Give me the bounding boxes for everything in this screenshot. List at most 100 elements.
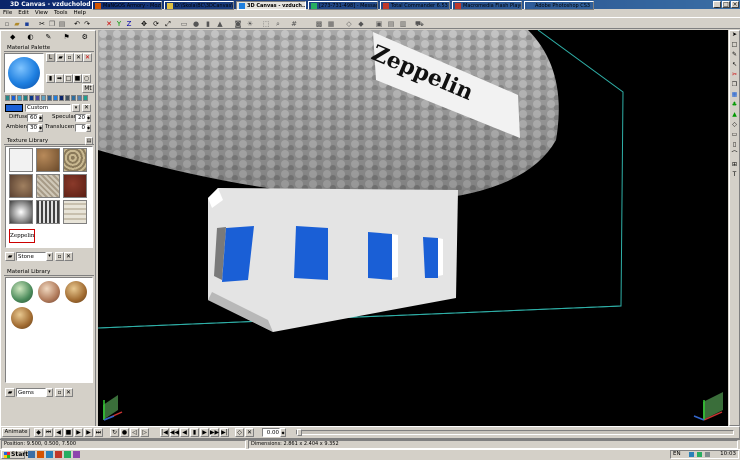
texture-folder-icon[interactable]: ▰ [5,252,15,261]
join-tool-icon[interactable]: ⊞ [730,161,739,170]
menu-view[interactable]: View [35,9,48,17]
frame-input[interactable]: 0.00 [262,428,280,437]
text-tool-icon[interactable]: T [730,171,739,180]
quicklaunch-app-icon[interactable] [73,451,80,458]
anim-play-icon[interactable]: ▶ [74,428,83,437]
translucent-spin-icon[interactable]: ◆ [86,124,91,132]
preset-dropdown-icon[interactable]: ▾ [72,104,80,112]
quicklaunch-firefox-icon[interactable] [37,451,44,458]
material-delete-icon[interactable]: ✕ [83,53,92,62]
anim-record-icon[interactable]: ● [120,428,129,437]
swatch-4[interactable] [23,95,28,101]
anim-key-icon[interactable]: ◆ [34,428,43,437]
time-clear-icon[interactable]: ✕ [245,428,254,437]
axis-z-icon[interactable]: Z [125,20,133,28]
anim-next-icon[interactable]: ▶ [84,428,93,437]
anim-prev-icon[interactable]: ◀ [54,428,63,437]
extrude-tool-icon[interactable]: ▯ [730,141,739,150]
texture-marble[interactable] [9,200,33,224]
task-mangos-armory[interactable]: MaNGOS Armory - Mozilla ... [92,1,162,10]
menu-help[interactable]: Help [74,9,87,17]
square-tool-icon[interactable]: □ [730,41,739,50]
quicklaunch-desktop-icon[interactable] [28,451,35,458]
anim-start-icon[interactable]: ⏮ [44,428,53,437]
texture-white[interactable] [9,148,33,172]
specular-input[interactable]: 20 [75,114,86,122]
texture-noise[interactable] [36,200,60,224]
swatch-12[interactable] [71,95,76,101]
tab-material-icon[interactable]: ◐ [27,33,33,41]
material-category-select[interactable]: Gems [16,388,46,397]
translucent-input[interactable]: 0 [75,124,86,132]
view-side-icon[interactable]: ▤ [387,20,395,28]
swatch-5[interactable] [29,95,34,101]
cut-tool-icon[interactable]: ✂ [730,71,739,80]
undo-icon[interactable]: ↶ [73,20,81,28]
texture-category-select[interactable]: Stone [16,252,46,261]
pencil-tool-icon[interactable]: ✎ [730,51,739,60]
tab-animation-icon[interactable]: ⚑ [63,33,69,41]
texture-gravel[interactable] [63,148,87,172]
view-top-icon[interactable]: ▥ [399,20,407,28]
task-explorer[interactable]: D:\Skola\BC\3DCanvas\... [164,1,234,10]
copy-icon[interactable]: ❐ [48,20,56,28]
anim-keyprev-icon[interactable]: ◁ [130,428,139,437]
material-remove-icon[interactable]: ✕ [64,388,73,397]
mt-button[interactable]: Mt [82,84,94,93]
cylinder-icon[interactable]: ▮ [204,20,212,28]
cart-icon[interactable]: ⛟ [415,20,424,28]
task-3d-canvas[interactable]: 3D Canvas - vzduch... [236,1,306,10]
material-load-icon[interactable]: ▰ [56,53,65,62]
material-folder-icon[interactable]: ▰ [5,388,15,397]
time-key-icon[interactable]: ◇ [235,428,244,437]
zoom-icon[interactable]: ⌕ [274,20,282,28]
tab-settings-icon[interactable]: ⚙ [82,33,88,41]
cut-icon[interactable]: ✂ [38,20,46,28]
quicklaunch-messenger-icon[interactable] [64,451,71,458]
swatch-3[interactable] [17,95,22,101]
texture-library-menu-icon[interactable]: ▤ [85,137,93,145]
cone-icon[interactable]: ▲ [216,20,224,28]
start-button[interactable]: Start [1,450,28,459]
task-flash-player[interactable]: Macromedia Flash Player 8 [452,1,522,10]
close-button[interactable]: × [731,1,739,8]
material-pick-button[interactable]: L [46,53,55,62]
open-icon[interactable]: ▰ [13,20,21,28]
timeline-thumb[interactable] [297,429,302,436]
texture-zeppelin[interactable]: Zeppelin [9,229,35,243]
box-icon[interactable]: ▭ [180,20,188,28]
paint-tool-icon[interactable]: ▦ [730,91,739,100]
texture-brown-stone[interactable] [36,148,60,172]
time-start-icon[interactable]: |◀ [160,428,169,437]
shade-smooth-icon[interactable]: □ [64,74,73,83]
material-add-icon[interactable]: ▫ [55,388,64,397]
anim-loop-icon[interactable]: ↻ [110,428,119,437]
material-green-gem[interactable] [11,281,33,303]
shade-flat-icon[interactable]: ▮ [46,74,55,83]
paste-icon[interactable]: ▤ [58,20,66,28]
task-messenger[interactable]: [273-731-498] - Messagin... [308,1,378,10]
texture-category-dropdown-icon[interactable]: ▾ [46,252,53,261]
arrow-icon[interactable]: ➤ [730,31,739,40]
material-bronze-gem[interactable] [11,307,33,329]
save-icon[interactable]: ▪ [23,20,31,28]
tray-messenger-icon[interactable] [697,452,702,457]
animate-button[interactable]: Animate [2,428,30,437]
menu-file[interactable]: File [3,9,12,17]
tab-tools-icon[interactable]: ✎ [46,33,52,41]
frame-spin-icon[interactable]: ◆ [280,428,286,437]
view-front-icon[interactable]: ▣ [375,20,383,28]
swatch-14[interactable] [83,95,88,101]
material-preset-select[interactable]: Custom [25,104,71,112]
copy-tool-icon[interactable]: ❐ [730,81,739,90]
diffuse-spin-icon[interactable]: ◆ [38,114,43,122]
3d-viewport[interactable]: Zeppelin [98,30,728,426]
time-end-icon[interactable]: ▶| [220,428,229,437]
tree-tool-icon[interactable]: ♣ [730,101,739,110]
task-total-commander[interactable]: Total Commander 6.53 - F... [380,1,450,10]
language-indicator[interactable]: EN [673,451,681,458]
new-icon[interactable]: ▫ [3,20,11,28]
material-new-icon[interactable]: ▫ [65,53,74,62]
shade-arrow-icon[interactable]: ➡ [55,74,64,83]
specular-spin-icon[interactable]: ◆ [86,114,91,122]
